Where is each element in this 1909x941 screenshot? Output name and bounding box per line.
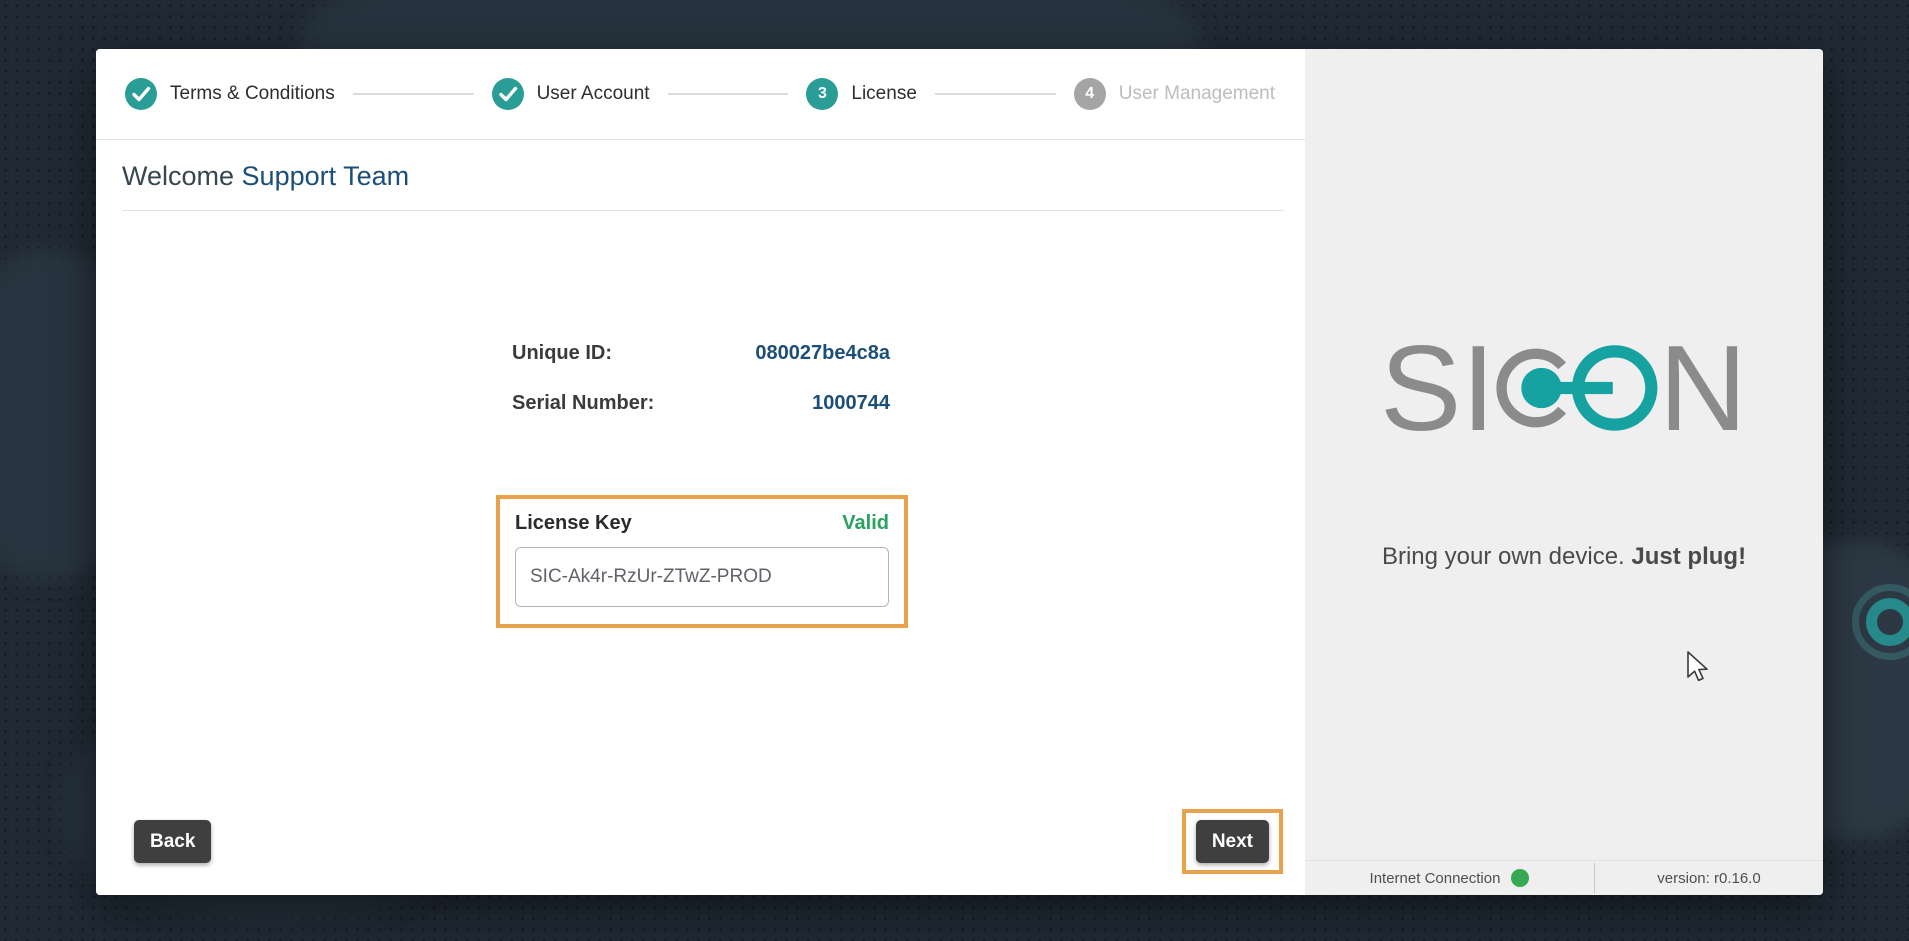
wizard-main-panel: Terms & Conditions User Account 3 Licens…: [96, 49, 1305, 895]
stepper-connector-line: [668, 93, 789, 95]
license-key-highlight-box: License Key Valid: [496, 495, 908, 628]
title-divider: [122, 210, 1284, 211]
step-number-badge: 4: [1074, 78, 1106, 110]
logo-letters-si: SI: [1380, 339, 1495, 437]
branding-panel: SI N Bring your own device. Just plug! I…: [1305, 49, 1823, 895]
license-key-label: License Key: [515, 512, 632, 535]
step-label: Terms & Conditions: [170, 83, 335, 105]
check-icon: [125, 78, 157, 110]
wizard-stepper: Terms & Conditions User Account 3 Licens…: [96, 49, 1305, 140]
step-user-account[interactable]: User Account: [492, 78, 650, 110]
serial-number-value: 1000744: [812, 392, 890, 415]
tagline: Bring your own device. Just plug!: [1305, 543, 1823, 571]
step-label: User Account: [537, 83, 650, 105]
step-license[interactable]: 3 License: [806, 78, 917, 110]
step-label: User Management: [1119, 83, 1275, 105]
setup-wizard-card: Terms & Conditions User Account 3 Licens…: [96, 49, 1823, 895]
version-info: version: r0.16.0: [1595, 861, 1823, 895]
internet-connection-status: Internet Connection: [1305, 861, 1594, 895]
connection-ok-dot-icon: [1511, 869, 1529, 887]
logo-plug-dot: [1521, 368, 1561, 408]
account-name: Support Team: [242, 161, 410, 191]
status-bar: Internet Connection version: r0.16.0: [1305, 860, 1823, 895]
next-button[interactable]: Next: [1196, 820, 1269, 863]
license-valid-badge: Valid: [842, 512, 889, 535]
tagline-regular: Bring your own device.: [1382, 543, 1631, 570]
license-key-header: License Key Valid: [515, 512, 889, 535]
next-button-highlight-box: Next: [1182, 809, 1283, 874]
step-number-badge: 3: [806, 78, 838, 110]
internet-connection-label: Internet Connection: [1370, 870, 1501, 887]
check-icon: [492, 78, 524, 110]
welcome-text: Welcome: [122, 161, 242, 191]
serial-number-row: Serial Number: 1000744: [512, 392, 890, 415]
logo-letter-n: N: [1659, 339, 1747, 437]
tagline-bold: Just plug!: [1631, 543, 1746, 570]
license-key-input[interactable]: [515, 547, 889, 607]
mouse-cursor-icon: [1686, 651, 1712, 688]
version-label: version: r0.16.0: [1657, 870, 1760, 887]
step-label: License: [851, 83, 917, 105]
step-user-management: 4 User Management: [1074, 78, 1275, 110]
serial-number-label: Serial Number:: [512, 392, 654, 415]
teal-ring-decoration: [1866, 598, 1909, 646]
back-button[interactable]: Back: [134, 820, 211, 863]
unique-id-label: Unique ID:: [512, 342, 612, 365]
stepper-connector-line: [353, 93, 474, 95]
sicon-logo: SI N: [1380, 339, 1748, 442]
wizard-actions-row: Back Next: [134, 809, 1283, 874]
unique-id-row: Unique ID: 080027be4c8a: [512, 342, 890, 365]
page-title: Welcome Support Team: [122, 161, 409, 192]
step-terms-and-conditions[interactable]: Terms & Conditions: [125, 78, 335, 110]
unique-id-value: 080027be4c8a: [755, 342, 890, 365]
device-info-list: Unique ID: 080027be4c8a Serial Number: 1…: [512, 342, 890, 442]
stepper-connector-line: [935, 93, 1056, 95]
